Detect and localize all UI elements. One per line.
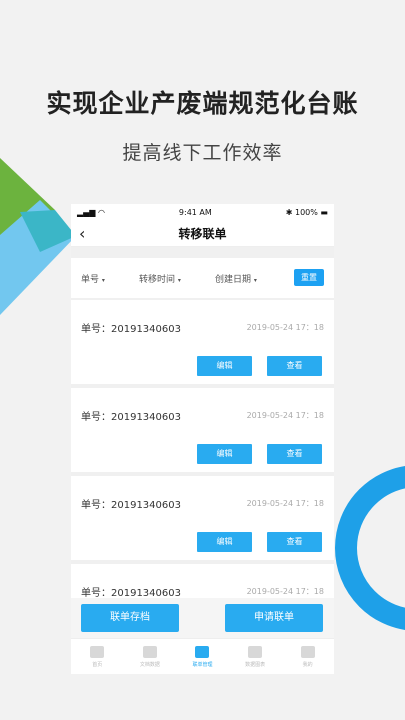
edit-button[interactable]: 编辑	[197, 532, 252, 552]
order-number: 单号：20191340603	[81, 324, 181, 335]
tab-manifest[interactable]: 联单管理	[176, 639, 229, 674]
archive-button[interactable]: 联单存档	[81, 604, 179, 632]
phone-screen: ▂▄▆ ◠ 9:41 AM ✱ 100% ▬ ‹ 转移联单 单号 ▾ 转移时间 …	[71, 204, 334, 674]
filter-transfer-time-label: 转移时间	[139, 275, 176, 285]
building-icon	[300, 646, 315, 658]
tab-documents-label: 文档数据	[139, 662, 160, 668]
order-number: 单号：20191340603	[81, 588, 181, 599]
order-number: 单号：20191340603	[81, 412, 181, 423]
tab-profile-label: 我的	[302, 662, 313, 668]
decor-ring-right	[335, 466, 405, 630]
decor-shapes-left	[0, 158, 76, 315]
apply-button[interactable]: 申请联单	[225, 604, 323, 632]
order-number: 单号：20191340603	[81, 500, 181, 511]
tab-charts[interactable]: 数据图表	[229, 639, 282, 674]
list-item: 单号：20191340603 2019-05-24 17：18 编辑 查看	[71, 388, 334, 472]
signal-icon: ▂▄▆ ◠	[77, 207, 105, 217]
tab-bar: 首页 文档数据 联单管理 数据图表 我的	[71, 638, 334, 674]
caret-down-icon: ▾	[253, 277, 257, 284]
edit-button[interactable]: 编辑	[197, 356, 252, 376]
reset-button[interactable]: 重置	[294, 269, 324, 286]
tab-documents[interactable]: 文档数据	[124, 639, 177, 674]
filter-order-no[interactable]: 单号 ▾	[81, 272, 105, 285]
status-bar: ▂▄▆ ◠ 9:41 AM ✱ 100% ▬	[71, 204, 334, 220]
nav-bar: ‹ 转移联单	[71, 220, 334, 247]
tab-home[interactable]: 首页	[71, 639, 124, 674]
headline: 实现企业产废端规范化台账	[46, 89, 359, 118]
filter-created-date[interactable]: 创建日期 ▾	[215, 272, 257, 285]
clipboard-icon	[195, 646, 210, 658]
tab-profile[interactable]: 我的	[281, 639, 334, 674]
tab-charts-label: 数据图表	[245, 662, 266, 668]
tab-manifest-label: 联单管理	[192, 662, 213, 668]
filter-order-no-label: 单号	[81, 275, 100, 285]
battery-icon: ▬	[320, 207, 328, 217]
bluetooth-icon: ✱	[285, 207, 293, 217]
edit-button[interactable]: 编辑	[197, 444, 252, 464]
order-date: 2019-05-24 17：18	[246, 587, 324, 596]
caret-down-icon: ▾	[101, 277, 105, 284]
list-item: 单号：20191340603 2019-05-24 17：18 编辑 查看	[71, 476, 334, 560]
list-item: 单号：20191340603 2019-05-24 17：18 编辑 查看	[71, 300, 334, 384]
filter-created-date-label: 创建日期	[215, 275, 252, 285]
battery-text: 100%	[295, 207, 318, 217]
action-bar: 联单存档 申请联单	[71, 598, 334, 638]
subline: 提高线下工作效率	[122, 142, 283, 164]
order-date: 2019-05-24 17：18	[246, 499, 324, 508]
filter-transfer-time[interactable]: 转移时间 ▾	[139, 272, 181, 285]
status-time: 9:41 AM	[178, 207, 212, 217]
view-button[interactable]: 查看	[267, 444, 322, 464]
page-title: 转移联单	[178, 226, 227, 241]
view-button[interactable]: 查看	[267, 356, 322, 376]
home-icon	[90, 646, 105, 658]
chart-icon	[248, 646, 263, 658]
view-button[interactable]: 查看	[267, 532, 322, 552]
caret-down-icon: ▾	[177, 277, 181, 284]
order-date: 2019-05-24 17：18	[246, 323, 324, 332]
tab-home-label: 首页	[92, 662, 103, 668]
battery-indicator: ✱ 100% ▬	[286, 208, 328, 217]
back-icon[interactable]: ‹	[79, 224, 85, 243]
order-date: 2019-05-24 17：18	[246, 411, 324, 420]
briefcase-icon	[142, 646, 157, 658]
filter-bar: 单号 ▾ 转移时间 ▾ 创建日期 ▾ 重置	[71, 258, 334, 298]
